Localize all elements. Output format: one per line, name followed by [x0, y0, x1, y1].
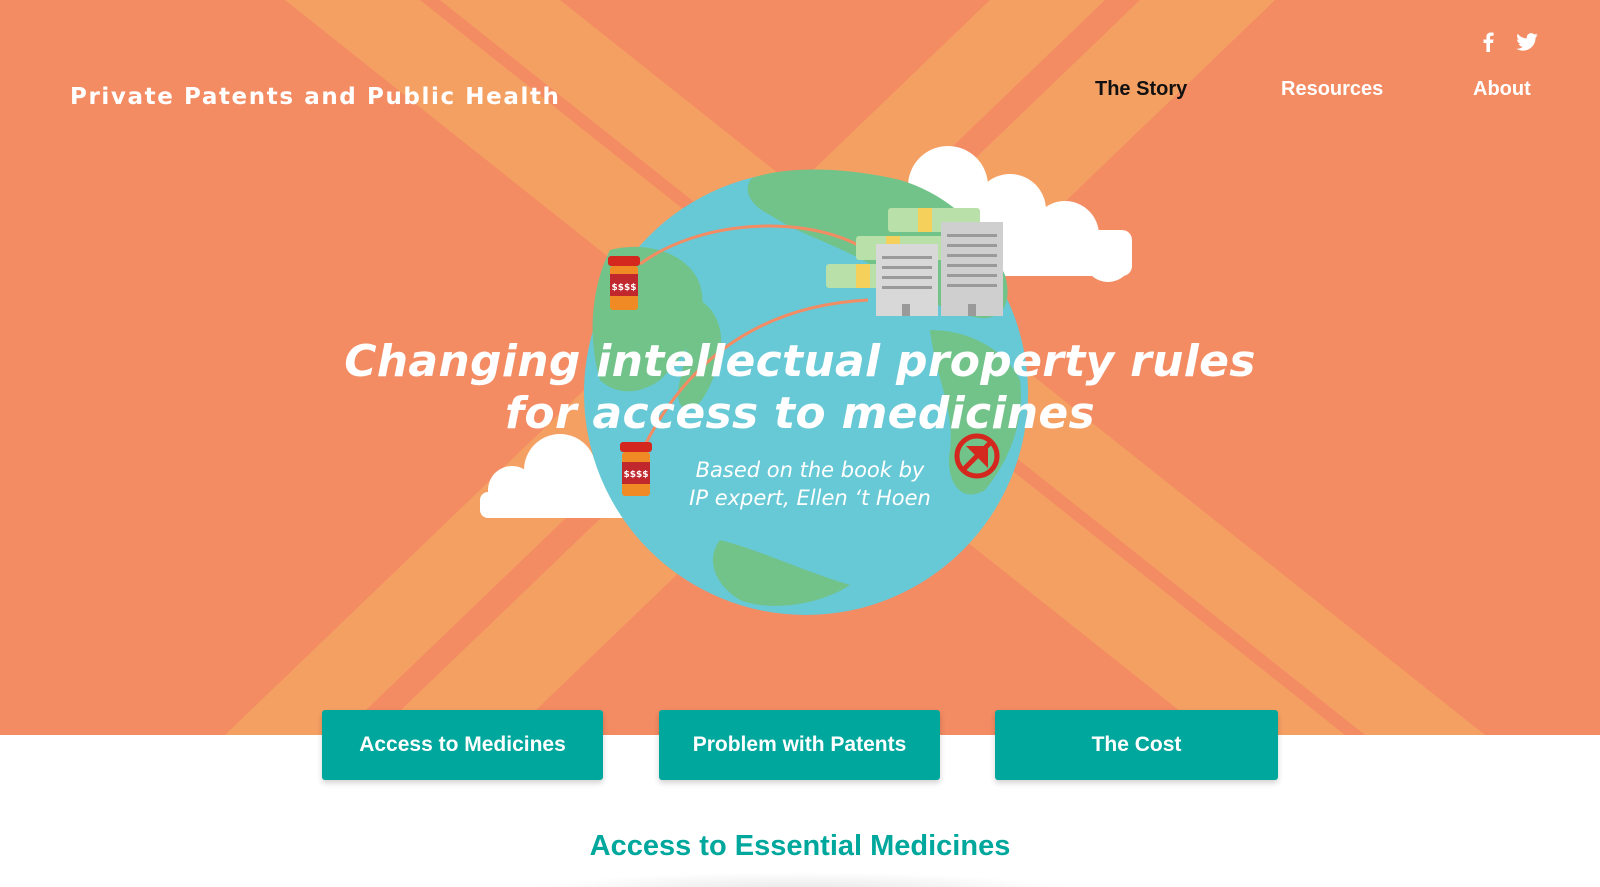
twitter-icon[interactable] [1514, 30, 1540, 54]
nav-item-the-story[interactable]: The Story [1095, 78, 1187, 101]
main-nav: The Story Resources About [0, 78, 1600, 108]
facebook-icon[interactable] [1478, 30, 1498, 54]
problem-with-patents-button[interactable]: Problem with Patents [659, 710, 940, 780]
section-divider [520, 872, 1080, 887]
section-title: Access to Essential Medicines [589, 830, 1011, 862]
pill-bottle-icon: $$$$ [608, 256, 640, 310]
pill-label: $$$$ [611, 283, 636, 293]
headline-line-1: Changing intellectual property rules [344, 336, 1256, 387]
topic-buttons: Access to Medicines Problem with Patents… [0, 710, 1600, 782]
access-to-medicines-button[interactable]: Access to Medicines [322, 710, 603, 780]
hero-subhead: Based on the book by IP expert, Ellen ‘t… [600, 456, 1020, 512]
subhead-line-2: IP expert, Ellen ‘t Hoen [689, 486, 931, 510]
nav-item-resources[interactable]: Resources [1281, 78, 1383, 101]
hero-headline: Changing intellectual property rules for… [300, 336, 1300, 440]
hero-banner: $$$$ $$$$ Private Patents and Public Hea… [0, 0, 1600, 735]
nav-item-about[interactable]: About [1473, 78, 1531, 101]
headline-line-2: for access to medicines [504, 388, 1096, 439]
subhead-line-1: Based on the book by [695, 458, 925, 482]
the-cost-button[interactable]: The Cost [995, 710, 1278, 780]
